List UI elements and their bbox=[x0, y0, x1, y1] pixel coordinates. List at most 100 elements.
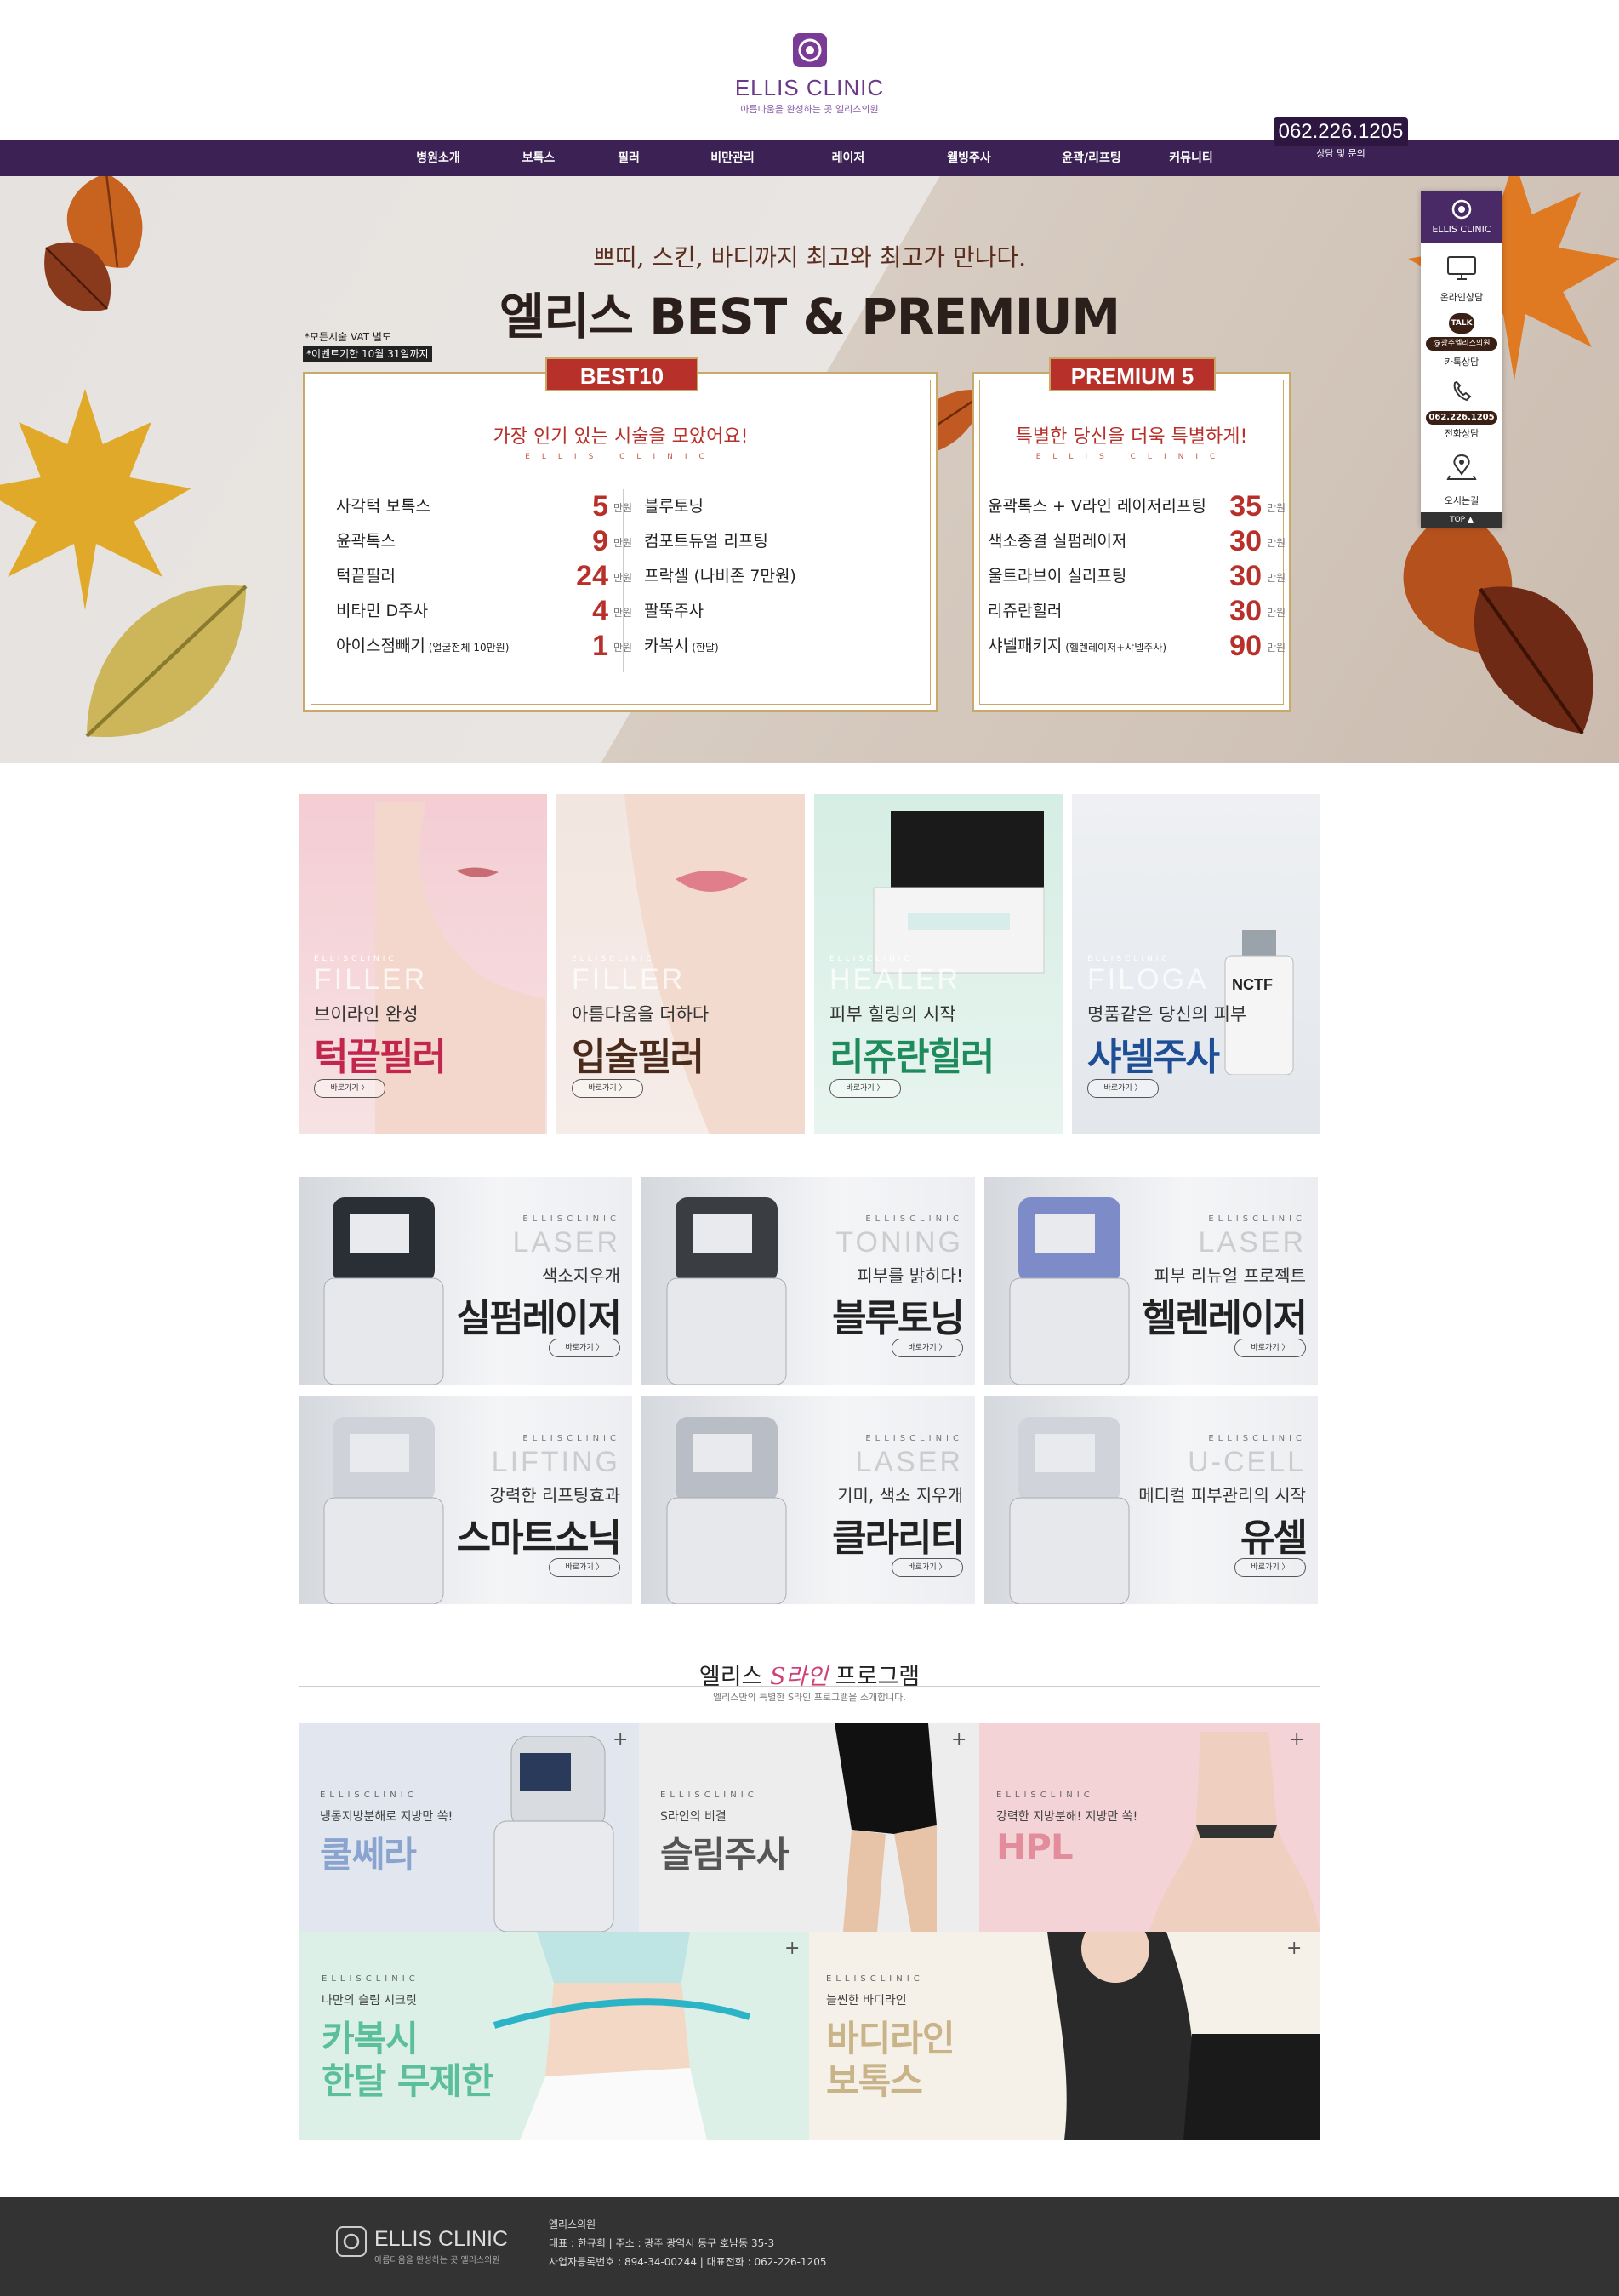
directions-link[interactable]: 오시는길 bbox=[1421, 494, 1502, 507]
vat-note: *모든시술 VAT 별도 bbox=[305, 331, 391, 343]
online-consult-link[interactable]: 온라인상담 bbox=[1421, 290, 1502, 304]
premium5-item-name: 윤곽톡스 + V라인 레이저리프팅 bbox=[988, 497, 1206, 516]
laser-device-image bbox=[1009, 1197, 1130, 1385]
card-title: 리쥬란힐러 bbox=[829, 1036, 995, 1079]
best10-item-name: 프락셀 (나비존 7만원) bbox=[644, 567, 796, 585]
svg-text:NCTF: NCTF bbox=[1232, 976, 1273, 993]
nav-item-about[interactable]: 병원소개 bbox=[408, 140, 468, 176]
card-title: 턱끝필러 bbox=[314, 1036, 447, 1079]
laser-device-image bbox=[323, 1417, 444, 1604]
laser-card[interactable]: ELLISCLINIC TONING 피부를 밝히다! 블루토닝 바로가기 〉 bbox=[641, 1177, 975, 1385]
best10-headline: 가장 인기 있는 시술을 모았어요! bbox=[493, 426, 749, 448]
kakao-consult-link[interactable]: 카톡상담 bbox=[1421, 355, 1502, 368]
best10-item-name: 턱끝필러 bbox=[336, 567, 396, 585]
card-category: LASER bbox=[855, 1446, 963, 1478]
card-brand: ELLISCLINIC bbox=[826, 1974, 924, 1984]
card-title: 샤넬주사 bbox=[1087, 1036, 1220, 1079]
card-subtitle: 아름다움을 더하다 bbox=[572, 1004, 710, 1025]
card-title: 쿨쎄라 bbox=[320, 1834, 417, 1876]
card-title: 클라리티 bbox=[832, 1516, 965, 1560]
card-title-line2: 보톡스 bbox=[826, 2060, 923, 2102]
card-subtitle: 메디컬 피부관리의 시작 bbox=[1138, 1485, 1306, 1505]
card-brand: ELLISCLINIC bbox=[1087, 955, 1171, 963]
best10-item-name: 윤곽톡스 bbox=[336, 532, 396, 551]
nav-item-wellbeing[interactable]: 웰빙주사 bbox=[935, 140, 1003, 176]
card-subtitle: 나만의 슬림 시크릿 bbox=[322, 1994, 417, 2008]
premium5-item-name: 샤넬패키지 (헬렌레이저+샤넬주사) bbox=[988, 637, 1166, 655]
premium5-brand: ELLIS CLINIC bbox=[1035, 453, 1228, 461]
card-title: 실펌레이저 bbox=[456, 1297, 622, 1340]
hero-title: 엘리스 BEST & PREMIUM bbox=[499, 288, 1120, 346]
monitor-icon[interactable] bbox=[1446, 255, 1477, 281]
map-pin-icon[interactable] bbox=[1446, 454, 1477, 481]
card-category: TONING bbox=[835, 1226, 963, 1259]
best10-panel: BEST10 가장 인기 있는 시술을 모았어요! ELLIS CLINIC 사… bbox=[303, 357, 1255, 712]
phone-icon[interactable] bbox=[1450, 380, 1474, 403]
premium5-item-note: (헬렌레이저+샤넬주사) bbox=[1062, 642, 1166, 654]
premium5-item-name: 울트라브이 실리프팅 bbox=[988, 567, 1127, 585]
best10-item-unit: 만원 bbox=[613, 502, 633, 514]
card-brand: ELLISCLINIC bbox=[522, 1214, 620, 1224]
nav-item-obesity[interactable]: 비만관리 bbox=[703, 140, 762, 176]
site-footer bbox=[0, 2197, 1619, 2296]
card-go-button[interactable]: 바로가기 〉 bbox=[314, 1079, 385, 1098]
body-image bbox=[835, 1723, 937, 1932]
device-image bbox=[493, 1736, 614, 1932]
card-go-button[interactable]: 바로가기 〉 bbox=[829, 1079, 901, 1098]
scroll-top-button[interactable]: TOP ▲ bbox=[1421, 512, 1502, 528]
laser-card[interactable]: ELLISCLINIC LASER 피부 리뉴얼 프로젝트 헬렌레이저 바로가기 〉 bbox=[984, 1177, 1318, 1385]
card-brand: ELLISCLINIC bbox=[1208, 1214, 1306, 1224]
card-subtitle: 냉동지방분해로 지방만 쏙! bbox=[320, 1810, 453, 1824]
card-category: U-CELL bbox=[1188, 1446, 1306, 1478]
header-phone[interactable]: 062.226.1205 bbox=[1274, 117, 1408, 146]
footer-address: 대표 : 한규희 | 주소 : 광주 광역시 동구 호남동 35-3 bbox=[549, 2237, 775, 2249]
laser-card[interactable]: ELLISCLINIC LASER 색소지우개 실펌레이저 바로가기 〉 bbox=[299, 1177, 632, 1385]
card-category: LIFTING bbox=[491, 1446, 620, 1478]
nav-item-botox[interactable]: 보톡스 bbox=[513, 140, 564, 176]
nav-item-filler[interactable]: 필러 bbox=[607, 140, 650, 176]
laser-device-image bbox=[666, 1197, 787, 1385]
quick-menu: ELLIS CLINIC 온라인상담 TALK @광주엘리스의원 카톡상담 06… bbox=[1421, 191, 1502, 528]
laser-card[interactable]: ELLISCLINIC LASER 기미, 색소 지우개클라리티 바로가기 〉 bbox=[641, 1396, 975, 1604]
card-go-button[interactable]: 바로가기 〉 bbox=[892, 1339, 963, 1357]
best10-row: 턱끝필러 24 만원 bbox=[336, 559, 632, 593]
card-go-button[interactable]: 바로가기 〉 bbox=[1087, 1079, 1159, 1098]
plus-icon[interactable]: + bbox=[951, 1729, 966, 1751]
logo-text[interactable]: ELLIS CLINIC bbox=[0, 75, 1619, 101]
nav-item-lifting[interactable]: 윤곽/리프팅 bbox=[1053, 140, 1130, 176]
best10-row: 컴포트듀얼 리프팅10만원 bbox=[644, 524, 1255, 558]
plus-icon[interactable]: + bbox=[1289, 1729, 1304, 1751]
premium5-item-unit: 만원 bbox=[1267, 607, 1286, 619]
plus-icon[interactable]: + bbox=[613, 1729, 628, 1751]
card-subtitle: 기미, 색소 지우개 bbox=[837, 1485, 963, 1505]
phone-consult-link[interactable]: 전화상담 bbox=[1421, 426, 1502, 440]
premium5-item-price: 30 bbox=[1229, 560, 1262, 592]
nav-item-community[interactable]: 커뮤니티 bbox=[1161, 140, 1221, 176]
best10-item-name: 아이스점빼기 (얼굴전체 10만원) bbox=[336, 637, 510, 655]
plus-icon[interactable]: + bbox=[1286, 1938, 1302, 1959]
card-go-button[interactable]: 바로가기 〉 bbox=[892, 1558, 963, 1577]
card-subtitle: 피부 리뉴얼 프로젝트 bbox=[1154, 1265, 1306, 1286]
card-subtitle: 강력한 지방분해! 지방만 쏙! bbox=[996, 1810, 1138, 1824]
hero-subtitle: 쁘띠, 스킨, 바디까지 최고와 최고가 만나다. bbox=[592, 243, 1027, 271]
clinic-logo-icon[interactable] bbox=[792, 32, 828, 68]
premium5-row: 리쥬란힐러 30 만원 bbox=[988, 594, 1286, 628]
kakao-talk-icon[interactable]: TALK bbox=[1449, 313, 1474, 334]
laser-card[interactable]: ELLISCLINIC LIFTING 강력한 리프팅효과 스마트소닉 바로가기 〉 bbox=[299, 1396, 632, 1604]
best10-item-name: 사각턱 보톡스 bbox=[336, 497, 430, 516]
premium5-row: 윤곽톡스 + V라인 레이저리프팅 35 만원 bbox=[988, 489, 1286, 523]
card-go-button[interactable]: 바로가기 〉 bbox=[549, 1339, 620, 1357]
nav-item-laser[interactable]: 레이저 bbox=[823, 140, 874, 176]
card-go-button[interactable]: 바로가기 〉 bbox=[572, 1079, 643, 1098]
card-brand: ELLISCLINIC bbox=[865, 1434, 963, 1443]
card-go-button[interactable]: 바로가기 〉 bbox=[1234, 1558, 1306, 1577]
card-go-button[interactable]: 바로가기 〉 bbox=[1234, 1339, 1306, 1357]
plus-icon[interactable]: + bbox=[784, 1938, 800, 1959]
best10-item-price: 1 bbox=[592, 630, 608, 662]
card-subtitle: 색소지우개 bbox=[542, 1265, 620, 1286]
card-go-button[interactable]: 바로가기 〉 bbox=[549, 1558, 620, 1577]
card-category: FILOGA bbox=[1087, 963, 1209, 996]
logo-tagline: 아름다움을 완성하는 곳 엘리스의원 bbox=[740, 104, 879, 115]
laser-card[interactable]: ELLISCLINIC U-CELL 메디컬 피부관리의 시작 유셀 바로가기 〉 bbox=[984, 1396, 1318, 1604]
footer-clinic-name: 엘리스의원 bbox=[549, 2219, 596, 2230]
